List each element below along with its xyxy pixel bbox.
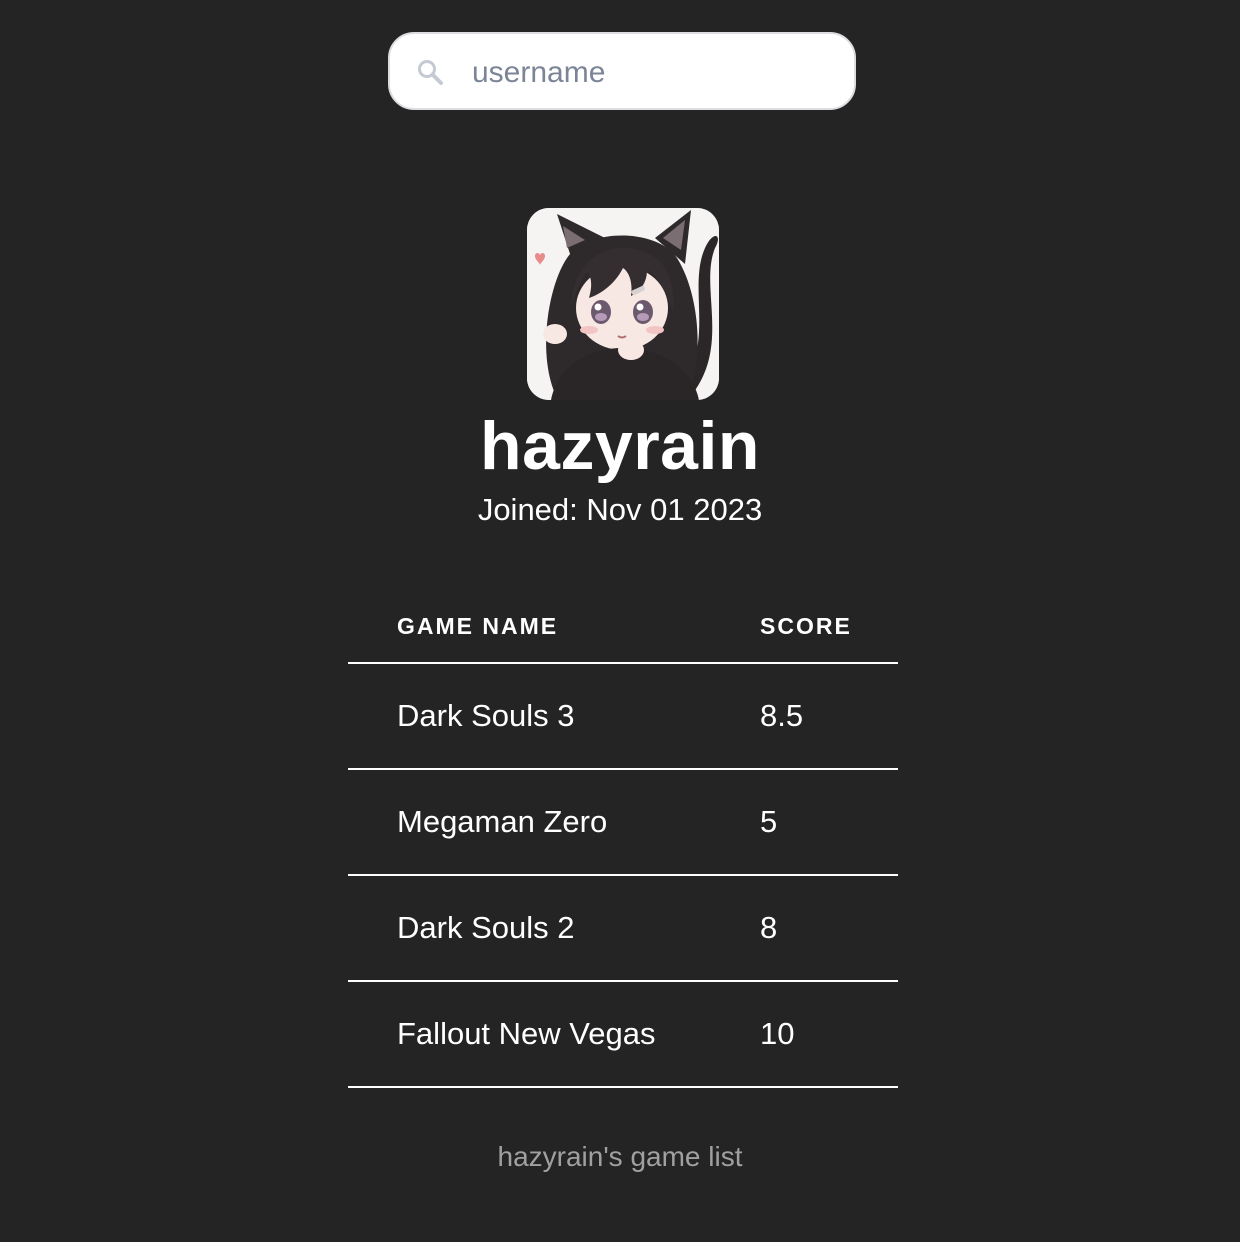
game-list-caption: hazyrain's game list	[497, 1141, 743, 1172]
game-name-cell: Fallout New Vegas	[348, 981, 760, 1088]
game-name-cell: Dark Souls 2	[348, 875, 760, 982]
game-name-cell: Dark Souls 3	[348, 663, 760, 770]
avatar	[527, 208, 719, 400]
table-row[interactable]: Fallout New Vegas 10	[348, 981, 898, 1088]
table-row[interactable]: Megaman Zero 5	[348, 769, 898, 876]
score-cell: 5	[760, 769, 898, 876]
joined-date: Joined: Nov 01 2023	[477, 492, 763, 527]
score-cell: 8	[760, 875, 898, 982]
column-header-game-name[interactable]: GAME NAME	[348, 590, 760, 664]
search-bar[interactable]	[388, 32, 856, 110]
column-header-score[interactable]: SCORE	[760, 590, 898, 664]
table-row[interactable]: Dark Souls 2 8	[348, 875, 898, 982]
profile-page: hazyrain Joined: Nov 01 2023 GAME NAME S…	[0, 0, 1240, 1242]
avatar-image	[527, 208, 719, 400]
table-row[interactable]: Dark Souls 3 8.5	[348, 663, 898, 770]
table-header-row: GAME NAME SCORE	[348, 590, 898, 664]
search-input[interactable]	[470, 44, 834, 102]
profile-username: hazyrain	[480, 408, 760, 484]
games-table: GAME NAME SCORE Dark Souls 3 8.5 Megaman…	[348, 590, 898, 1088]
score-cell: 8.5	[760, 663, 898, 770]
game-name-cell: Megaman Zero	[348, 769, 760, 876]
score-cell: 10	[760, 981, 898, 1088]
search-icon	[418, 60, 443, 85]
